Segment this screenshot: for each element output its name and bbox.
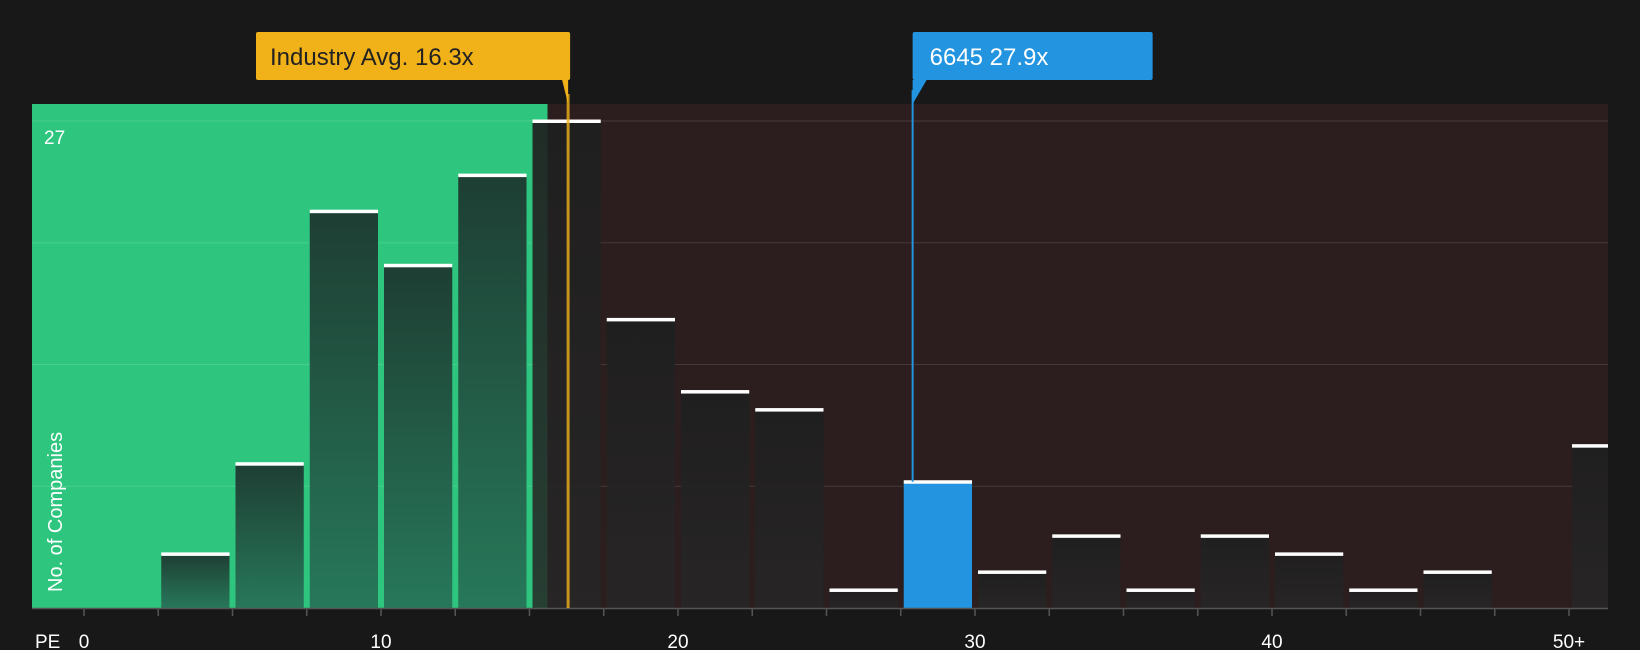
histogram-bar-cap [384,263,453,268]
histogram-bar [755,409,824,608]
histogram-bar [1572,445,1608,608]
company-pe-label: 6645 27.9x [930,44,1049,71]
histogram-bar [829,589,898,608]
x-axis-label: PE [35,632,60,650]
histogram-bar-cap [458,173,527,178]
histogram-bar-cap [606,317,675,322]
x-tick-label: 0 [79,632,90,650]
y-max-label: 27 [44,128,65,149]
histogram-bar [978,571,1047,608]
histogram-bar [1126,589,1195,608]
x-tick-label: 40 [1261,632,1282,650]
x-tick-label: 50+ [1553,632,1585,650]
histogram-bar [681,391,750,608]
histogram-bar-cap [1423,570,1492,574]
histogram-bar-cap [1572,444,1608,448]
histogram-bar [1275,553,1344,608]
histogram-bar [1052,535,1121,608]
histogram-bar-cap [309,209,378,214]
histogram-bar-cap [161,552,230,556]
company-pe-pointer [912,80,927,104]
histogram-bar-cap [755,408,824,412]
histogram-bar [1200,535,1269,608]
histogram-bar-cap [1052,534,1121,538]
histogram-bar [235,463,304,608]
histogram-bar-cap [235,462,304,466]
histogram-bar-cap [1349,588,1418,592]
histogram-bar [1349,589,1418,608]
histogram-bar [903,481,972,608]
histogram-bar-cap [1126,588,1195,592]
histogram-bar-cap [903,480,972,484]
chart-svg: 0 10 20 30 40 50+ PE Industry Avg. 16.3x 6645 2… [32,32,1608,650]
histogram-bar [458,175,527,608]
histogram-bar [161,553,230,608]
histogram-bar [1423,571,1492,608]
histogram-bar [384,265,453,608]
histogram-bar [309,211,378,608]
histogram-bar-cap [681,390,750,394]
pe-distribution-chart: 0 10 20 30 40 50+ PE Industry Avg. 16.3x 6645 2… [0,0,1640,650]
x-tick-label: 30 [964,632,985,650]
industry-average-label: Industry Avg. 16.3x [270,44,474,71]
x-tick-label: 20 [667,632,688,650]
x-tick-label: 10 [370,632,391,650]
histogram-bar-cap [978,570,1047,574]
x-axis: 0 10 20 30 40 50+ PE [32,607,1608,650]
histogram-bar-cap [1275,552,1344,556]
histogram-bar-cap [829,588,898,592]
histogram-bar [606,319,675,608]
histogram-bar-cap [1200,534,1269,538]
y-axis-label: No. of Companies [45,432,67,592]
